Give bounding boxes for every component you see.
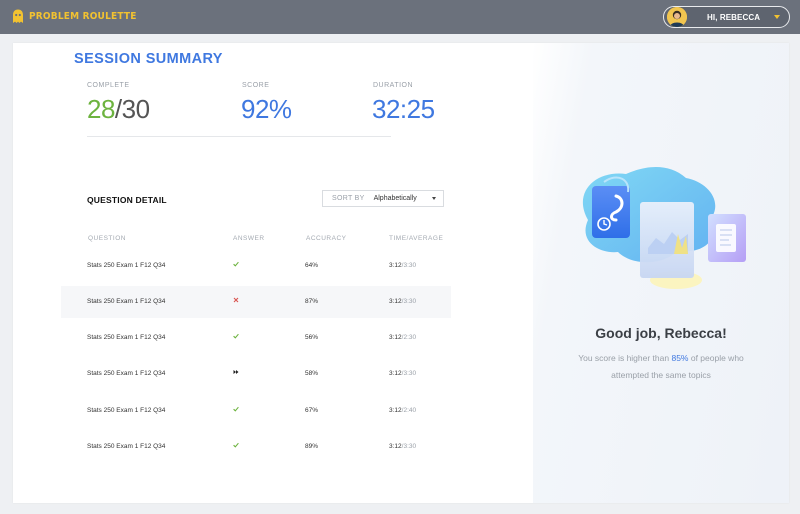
score-label: SCORE (242, 82, 270, 89)
divider (87, 136, 391, 137)
question-name: Stats 250 Exam 1 F12 Q34 (87, 370, 166, 377)
time-average: /3:30 (401, 370, 417, 377)
column-header-accuracy: ACCURACY (306, 235, 347, 242)
study-illustration (582, 167, 746, 289)
top-bar: PROBLEM ROULETTE HI, REBECCA (0, 0, 800, 34)
accuracy-value: 87% (305, 298, 319, 305)
time-spent: 3:12 (389, 443, 402, 450)
sort-value: Alphabetically (373, 195, 417, 202)
ghost-logo-icon (13, 9, 23, 23)
percentile-value: 85% (671, 353, 689, 363)
time-average: /3:30 (401, 443, 417, 450)
time-value: 3:12/3:30 (389, 370, 416, 377)
time-spent: 3:12 (389, 262, 402, 269)
time-spent: 3:12 (389, 370, 402, 377)
table-row[interactable]: Stats 250 Exam 1 F12 Q34 56% 3:12/2:30 (61, 322, 451, 354)
accuracy-value: 89% (305, 443, 319, 450)
table-row[interactable]: Stats 250 Exam 1 F12 Q34 58% 3:12/3:30 (61, 358, 451, 390)
column-header-answer: ANSWER (233, 235, 265, 242)
result-headline: Good job, Rebecca! (595, 325, 727, 341)
complete-done: 28 (87, 94, 115, 124)
app-name: PROBLEM ROULETTE (29, 11, 137, 22)
duration-value: 32:25 (372, 94, 435, 124)
question-name: Stats 250 Exam 1 F12 Q34 (87, 334, 166, 341)
complete-value: 28/30 (87, 94, 150, 125)
avatar (667, 7, 687, 27)
check-icon (233, 406, 239, 414)
time-value: 3:12/3:30 (389, 298, 416, 305)
chevron-down-icon (432, 197, 436, 200)
chevron-down-icon[interactable] (774, 15, 780, 19)
check-icon (233, 333, 239, 341)
time-average: /2:30 (401, 334, 417, 341)
table-row[interactable]: Stats 250 Exam 1 F12 Q34 89% 3:12/3:30 (61, 431, 451, 463)
time-average: /3:30 (401, 298, 417, 305)
question-name: Stats 250 Exam 1 F12 Q34 (87, 298, 166, 305)
check-icon (233, 261, 239, 269)
duration-label: DURATION (373, 82, 414, 89)
column-header-time: TIME/AVERAGE (389, 235, 444, 242)
cross-icon (233, 297, 239, 305)
accuracy-value: 64% (305, 262, 319, 269)
sort-dropdown[interactable]: SORT BY Alphabetically (322, 190, 444, 207)
user-greeting: HI, REBECCA (707, 12, 761, 22)
time-spent: 3:12 (389, 407, 402, 414)
result-message-prefix: You score is higher than (578, 353, 672, 363)
time-spent: 3:12 (389, 298, 402, 305)
table-row[interactable]: Stats 250 Exam 1 F12 Q34 64% 3:12/3:30 (61, 250, 451, 282)
table-row[interactable]: Stats 250 Exam 1 F12 Q34 67% 3:12/2:40 (61, 395, 451, 427)
score-value: 92% (241, 94, 292, 124)
complete-label: COMPLETE (87, 82, 130, 89)
fast-forward-icon (233, 369, 239, 377)
question-detail-title: QUESTION DETAIL (87, 195, 167, 205)
accuracy-value: 58% (305, 370, 319, 377)
table-row[interactable]: Stats 250 Exam 1 F12 Q34 87% 3:12/3:30 (61, 286, 451, 318)
time-value: 3:12/3:30 (389, 262, 416, 269)
sort-by-label: SORT BY (332, 195, 365, 202)
time-average: /2:40 (401, 407, 417, 414)
question-name: Stats 250 Exam 1 F12 Q34 (87, 407, 166, 414)
accuracy-value: 56% (305, 334, 319, 341)
time-value: 3:12/2:40 (389, 407, 416, 414)
user-menu[interactable]: HI, REBECCA (663, 6, 790, 28)
question-name: Stats 250 Exam 1 F12 Q34 (87, 443, 166, 450)
accuracy-value: 67% (305, 407, 319, 414)
user-avatar-icon (667, 7, 687, 27)
time-value: 3:12/2:30 (389, 334, 416, 341)
question-name: Stats 250 Exam 1 F12 Q34 (87, 262, 166, 269)
complete-total: /30 (114, 94, 150, 124)
time-average: /3:30 (401, 262, 417, 269)
column-header-question: QUESTION (88, 235, 126, 242)
time-spent: 3:12 (389, 334, 402, 341)
check-icon (233, 442, 239, 450)
app-logo[interactable]: PROBLEM ROULETTE (12, 9, 137, 24)
page-title: SESSION SUMMARY (74, 51, 223, 67)
time-value: 3:12/3:30 (389, 443, 416, 450)
result-message: You score is higher than 85% of people w… (563, 350, 759, 384)
